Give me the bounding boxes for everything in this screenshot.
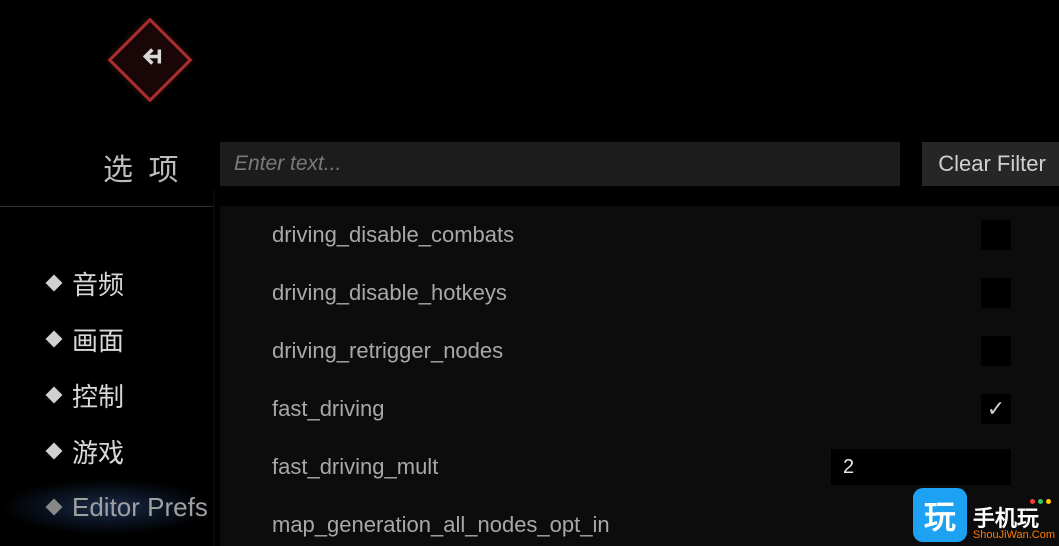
checkbox[interactable]: [981, 336, 1011, 366]
setting-row-fast-driving[interactable]: fast_driving ✓: [220, 380, 1059, 438]
diamond-icon: [46, 443, 63, 460]
sidebar-item-label: 画面: [72, 321, 124, 358]
diamond-icon: [46, 331, 63, 348]
sidebar-item-label: Editor Prefs: [72, 492, 208, 523]
setting-row-driving-disable-combats[interactable]: driving_disable_combats: [220, 206, 1059, 264]
check-icon: ✓: [987, 396, 1005, 422]
setting-label: driving_retrigger_nodes: [272, 338, 503, 364]
sidebar-item-editor-prefs[interactable]: Editor Prefs: [0, 479, 213, 535]
sidebar-item-display[interactable]: 画面: [0, 311, 213, 367]
watermark-logo-icon: 玩: [913, 488, 967, 542]
setting-label: driving_disable_hotkeys: [272, 280, 507, 306]
back-arrow-icon: [136, 43, 164, 78]
page-title: 选 项: [103, 145, 183, 189]
filter-input[interactable]: [220, 142, 900, 186]
clear-filter-label: Clear Filter: [938, 151, 1046, 177]
sidebar-item-label: 音频: [72, 265, 124, 302]
sidebar-item-audio[interactable]: 音频: [0, 255, 213, 311]
checkbox[interactable]: [981, 220, 1011, 250]
setting-label: fast_driving_mult: [272, 454, 438, 480]
diamond-icon: [46, 387, 63, 404]
sidebar-item-game[interactable]: 游戏: [0, 423, 213, 479]
sidebar: 音频 画面 控制 游戏 Editor Prefs: [0, 255, 213, 535]
sidebar-item-controls[interactable]: 控制: [0, 367, 213, 423]
setting-row-driving-retrigger-nodes[interactable]: driving_retrigger_nodes: [220, 322, 1059, 380]
vertical-divider: [213, 190, 215, 546]
watermark-text: 手机玩 ShouJiWan.Com: [973, 507, 1055, 542]
number-value: 2: [843, 456, 854, 479]
checkbox-checked[interactable]: ✓: [981, 394, 1011, 424]
watermark-main: 手机玩: [973, 507, 1039, 530]
back-button[interactable]: [105, 15, 195, 105]
watermark: 玩 手机玩 ShouJiWan.Com: [913, 488, 1055, 542]
options-screen: 选 项 Clear Filter 音频 画面 控制 游戏 Editor Pref…: [0, 0, 1059, 546]
setting-label: driving_disable_combats: [272, 222, 514, 248]
checkbox[interactable]: [981, 278, 1011, 308]
setting-row-driving-disable-hotkeys[interactable]: driving_disable_hotkeys: [220, 264, 1059, 322]
setting-label: fast_driving: [272, 396, 385, 422]
setting-label: map_generation_all_nodes_opt_in: [272, 512, 610, 538]
diamond-icon: [46, 499, 63, 516]
number-input[interactable]: 2: [831, 449, 1011, 485]
sidebar-separator: [0, 206, 213, 207]
diamond-icon: [46, 275, 63, 292]
watermark-dots-icon: [1030, 499, 1051, 504]
watermark-sub: ShouJiWan.Com: [973, 530, 1055, 542]
clear-filter-button[interactable]: Clear Filter: [922, 142, 1059, 186]
sidebar-item-label: 控制: [72, 377, 124, 414]
sidebar-item-label: 游戏: [72, 433, 124, 470]
